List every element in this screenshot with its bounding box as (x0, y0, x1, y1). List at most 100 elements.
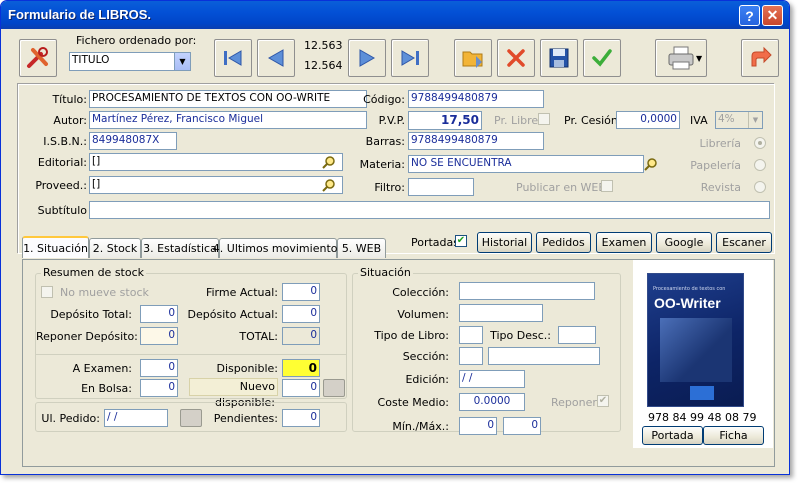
pedidos-button[interactable]: Pedidos (536, 232, 591, 253)
chevron-down-icon[interactable]: ▼ (174, 53, 190, 70)
sort-select-value: TITULO (72, 54, 110, 66)
print-button[interactable]: ▼ (655, 39, 707, 77)
disponible-input[interactable]: 0 (282, 359, 320, 377)
barras-input[interactable]: 9788499480879 (408, 132, 544, 150)
en-bolsa-input[interactable]: 0 (140, 379, 178, 397)
ficha-button[interactable]: Ficha (703, 426, 764, 445)
deposito-total-input[interactable]: 0 (140, 305, 178, 323)
escaner-button[interactable]: Escaner (716, 232, 772, 253)
materia-input[interactable]: NO SE ENCUENTRA (408, 155, 644, 173)
examen-button[interactable]: Examen (596, 232, 652, 253)
nuevo-disponible-input[interactable]: 0 (282, 379, 320, 397)
tab-estadistica[interactable]: 3. Estadística (141, 238, 219, 258)
reponer-deposito-input[interactable]: 0 (140, 327, 178, 345)
exit-button[interactable] (741, 39, 779, 77)
search-icon (322, 179, 335, 192)
help-button[interactable]: ? (739, 5, 760, 26)
filtro-label: Filtro: (374, 181, 405, 194)
firme-actual-input[interactable]: 0 (282, 283, 320, 301)
tipo-desc-input[interactable] (558, 326, 596, 344)
filtro-input[interactable] (408, 178, 474, 196)
deposito-actual-input[interactable]: 0 (282, 305, 320, 323)
firme-actual-label: Firme Actual: (205, 286, 278, 299)
historial-button[interactable]: Historial (477, 232, 532, 253)
last-record-button[interactable] (391, 39, 429, 77)
check-icon: ✔ (456, 235, 466, 246)
a-examen-label: A Examen: (72, 362, 132, 375)
min-input[interactable]: 0 (459, 417, 497, 435)
disponible-label: Disponible: (216, 362, 278, 375)
prcesion-input[interactable]: 0,0000 (616, 111, 680, 129)
chevron-down-icon[interactable]: ▼ (748, 112, 762, 128)
seccion-input[interactable] (488, 347, 600, 365)
en-bolsa-label: En Bolsa: (81, 382, 132, 395)
publicar-label: Publicar en WEB (516, 181, 606, 194)
barras-label: Barras: (365, 135, 405, 148)
edicion-input[interactable]: / / (459, 370, 525, 388)
seccion-code-input[interactable] (459, 347, 483, 365)
ul-pedido-input[interactable]: / / (104, 409, 168, 427)
previous-icon (267, 49, 284, 67)
first-record-button[interactable] (214, 39, 252, 77)
coste-medio-input[interactable]: 0.0000 (459, 393, 525, 411)
google-button[interactable]: Google (656, 232, 712, 253)
sort-select[interactable]: TITULO ▼ (69, 52, 191, 71)
accept-button[interactable] (583, 39, 621, 77)
reponer-checkbox[interactable]: ✔ (597, 395, 609, 407)
tab-ultimos-movimientos[interactable]: 4. Ultimos movimientos (213, 238, 343, 258)
publicar-checkbox[interactable] (601, 180, 613, 192)
tab-stock[interactable]: 2. Stock (89, 238, 141, 258)
pendientes-input[interactable]: 0 (282, 409, 320, 427)
autor-input[interactable]: Martínez Pérez, Francisco Miguel (89, 111, 367, 129)
next-record-button[interactable] (348, 39, 386, 77)
save-button[interactable] (540, 39, 578, 77)
nuevo-disponible-button[interactable] (323, 379, 345, 397)
editorial-input[interactable]: [] (89, 153, 343, 171)
ul-pedido-button[interactable] (180, 409, 202, 427)
revista-radio[interactable] (754, 181, 766, 193)
materia-search-button[interactable] (641, 156, 661, 172)
titulo-input[interactable]: PROCESAMIENTO DE TEXTOS CON OO-WRITE (89, 90, 367, 108)
stock-group: Resumen de stock No mueve stock Firme Ac… (35, 266, 347, 409)
pvp-input[interactable]: 17,50 (408, 111, 482, 130)
volumen-input[interactable] (459, 304, 543, 322)
total-input[interactable]: 0 (282, 327, 320, 345)
new-record-button[interactable] (454, 39, 492, 77)
header-panel: Título: PROCESAMIENTO DE TEXTOS CON OO-W… (18, 84, 775, 254)
subtitulo-input[interactable] (89, 201, 770, 219)
edicion-label: Edición: (405, 373, 449, 386)
papeleria-radio[interactable] (754, 159, 766, 171)
tab-situacion[interactable]: 1. Situación (22, 236, 89, 258)
editorial-search-button[interactable] (319, 154, 339, 170)
print-dropdown-icon[interactable]: ▼ (696, 54, 702, 63)
tools-button[interactable] (19, 39, 57, 77)
no-mueve-checkbox[interactable] (41, 286, 53, 298)
prlibre-checkbox[interactable] (538, 113, 550, 125)
close-button[interactable]: ✕ (762, 5, 783, 26)
proveed-search-button[interactable] (319, 177, 339, 193)
proveed-input[interactable]: [] (89, 176, 343, 194)
a-examen-input[interactable]: 0 (140, 359, 178, 377)
save-icon (549, 48, 569, 68)
delete-record-button[interactable] (497, 39, 535, 77)
volumen-label: Volumen: (397, 308, 449, 321)
check-icon (592, 49, 612, 67)
tab-bar: 1. Situación 2. Stock 3. Estadística 4. … (22, 236, 392, 260)
tipo-libro-input[interactable] (459, 326, 483, 344)
previous-record-button[interactable] (257, 39, 295, 77)
portada-button[interactable]: Portada (642, 426, 703, 445)
iva-select[interactable]: 4% ▼ (715, 111, 763, 129)
stock-divider (36, 354, 346, 355)
tab-web[interactable]: 5. WEB (337, 238, 386, 258)
max-input[interactable]: 0 (503, 417, 541, 435)
nuevo-disponible-label: Nuevo disponible: (189, 378, 278, 409)
codigo-input[interactable]: 9788499480879 (408, 90, 544, 108)
libreria-radio[interactable] (754, 137, 766, 149)
portadas-checkbox[interactable]: ✔ (455, 235, 467, 247)
coleccion-input[interactable] (459, 282, 595, 300)
title-bar[interactable]: Formulario de LIBROS. ? ✕ (1, 1, 789, 29)
tab-content-panel: Resumen de stock No mueve stock Firme Ac… (22, 259, 775, 467)
isbn-input[interactable]: 849948087X (89, 132, 177, 150)
search-icon (322, 156, 335, 169)
deposito-total-label: Depósito Total: (50, 308, 132, 321)
